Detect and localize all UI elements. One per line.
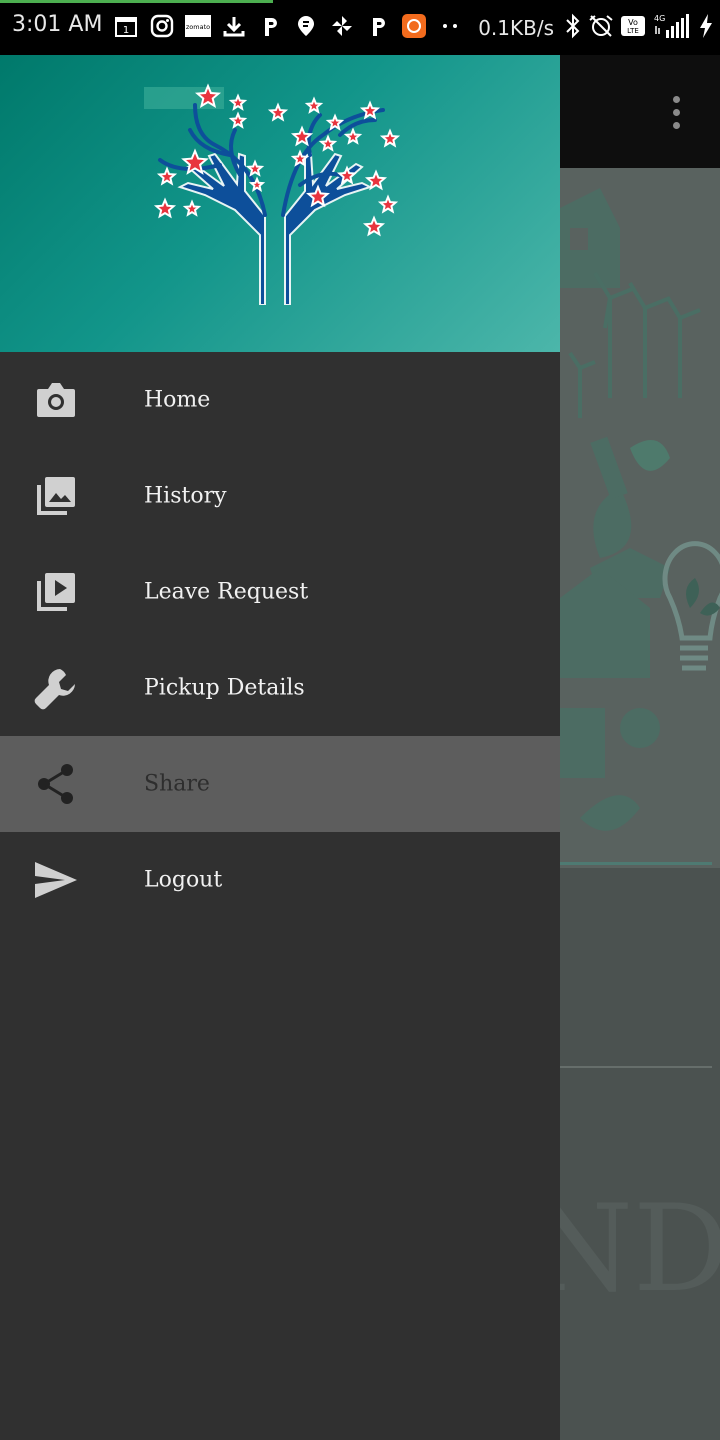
menu-item-logout[interactable]: Logout [0,832,560,928]
send-icon [32,858,80,902]
status-bar: 3:01 AM 1 zomato 0.1KB/s Vo LTE 4G [0,0,720,55]
more-vert-icon[interactable] [660,88,692,136]
menu-item-history[interactable]: History [0,448,560,544]
download-icon [220,12,248,40]
svg-text:zomato: zomato [186,23,210,31]
navigation-drawer: Home History Leave Request Pickup Detail… [0,55,560,1440]
menu-label-logout: Logout [144,867,223,893]
video-library-icon [32,570,80,614]
volte-icon: Vo LTE [620,14,646,42]
bluetooth-icon [564,13,582,43]
background-divider-2 [560,1066,712,1068]
camera-icon [32,378,80,422]
status-time: 3:01 AM [12,12,103,37]
logo-star [153,197,177,219]
logo-star [304,96,324,114]
logo-star [267,102,289,122]
menu-label-share: Share [144,771,210,797]
logo-star [318,134,338,152]
share-icon [32,762,80,806]
menu-item-share[interactable]: Share [0,736,560,832]
menu-label-pickup-details: Pickup Details [144,675,305,701]
logo-star [343,127,363,145]
logo-star [228,93,248,111]
logo-star [182,199,202,217]
logo-star [156,166,178,186]
menu-item-pickup-details[interactable]: Pickup Details [0,640,560,736]
pinwheel-icon [328,12,356,40]
menu-label-history: History [144,483,227,509]
instagram-icon [148,12,176,40]
tree-hands-stars-logo [144,83,401,305]
network-speed: 0.1KB/s [478,16,554,40]
calendar-icon: 1 [112,12,140,40]
photo-library-icon [32,474,80,518]
more-dots-icon [436,12,464,40]
signal-icon: 4G [652,12,692,44]
charging-icon [698,13,714,43]
logo-star [377,194,399,214]
svg-text:LTE: LTE [627,27,639,35]
background-partial-text: ND [560,1180,720,1310]
app-icon [400,12,428,40]
notification-icons: 1 zomato [112,12,464,40]
menu-item-home[interactable]: Home [0,352,560,448]
system-icons: 0.1KB/s Vo LTE 4G [478,12,714,44]
paytm-icon [256,12,284,40]
drawer-menu: Home History Leave Request Pickup Detail… [0,352,560,928]
menu-label-home: Home [144,387,211,413]
logo-star [245,159,265,177]
logo-star [325,113,345,131]
menu-item-leave-request[interactable]: Leave Request [0,544,560,640]
svg-text:4G: 4G [654,14,665,23]
logo-star [228,111,248,129]
logo-star [379,128,401,148]
paytm-icon-2 [364,12,392,40]
background-eco-illustration [560,168,720,868]
drawer-header [0,55,560,352]
wrench-icon [32,666,80,710]
menu-label-leave-request: Leave Request [144,579,309,605]
logo-star [364,169,388,191]
alarm-off-icon [588,13,614,43]
svg-text:1: 1 [123,25,129,36]
zomato-icon: zomato [184,12,212,40]
svg-text:Vo: Vo [628,18,638,27]
swiggy-icon [292,12,320,40]
background-divider [560,862,712,865]
page-load-progress [0,0,273,3]
logo-star [362,215,386,237]
